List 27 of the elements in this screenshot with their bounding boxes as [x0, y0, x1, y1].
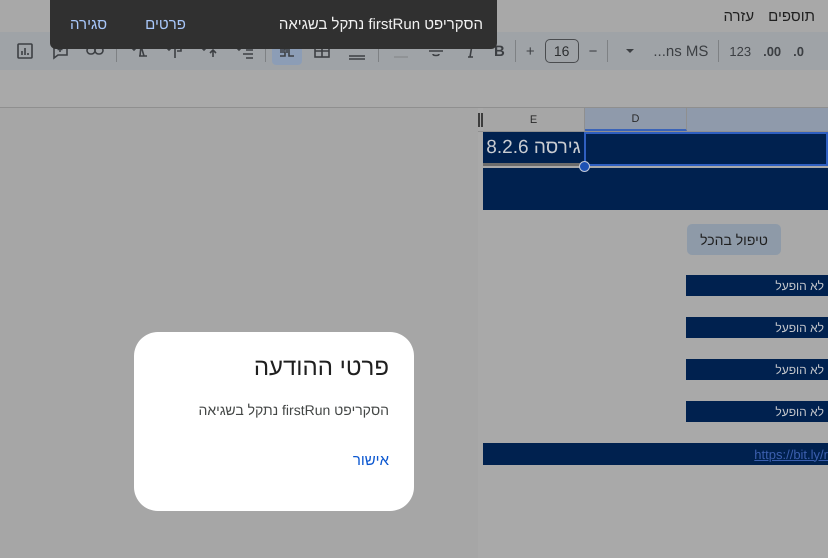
increase-decimal-button[interactable]: .00 [757, 44, 788, 58]
font-size-decrease-button[interactable]: − [582, 42, 604, 60]
dialog-title: פרטי ההודעה [254, 354, 389, 382]
fill-handle[interactable] [579, 161, 590, 172]
freeze-handle-icon[interactable] [478, 112, 483, 126]
font-dropdown[interactable]: ...ns MS [647, 42, 714, 60]
decrease-decimal-button[interactable]: .0 [787, 44, 810, 58]
status-cell: לא הופעל [686, 317, 828, 338]
toast-message: הסקריפט firstRun נתקל בשגיאה [278, 16, 483, 33]
link[interactable]: https://bit.ly/r [754, 446, 828, 462]
toast-action[interactable]: פרטים [145, 16, 206, 33]
status-cell: לא הופעל [686, 275, 828, 296]
handle-all-button[interactable]: טיפול בהכל [687, 224, 781, 255]
column-header[interactable]: D [585, 108, 687, 131]
font-size-field[interactable]: 16 [544, 39, 579, 63]
bold-button[interactable]: B [488, 42, 511, 60]
toast-action[interactable]: סגירה [70, 16, 128, 33]
ok-button[interactable]: אישור [348, 452, 393, 469]
status-cell: לא הופעל [686, 401, 828, 422]
number-format-button[interactable]: 123 [723, 44, 758, 58]
dialog-message: הסקריפט firstRun נתקל בשגיאה [198, 402, 389, 418]
selected-cell[interactable] [584, 132, 828, 166]
font-size-increase-button[interactable]: + [520, 42, 541, 60]
menu-item[interactable]: עזרה [723, 8, 754, 24]
menu-item[interactable]: תוספים [768, 8, 815, 24]
chart-icon[interactable] [14, 41, 34, 61]
status-cell: לא הופעל [686, 359, 828, 380]
